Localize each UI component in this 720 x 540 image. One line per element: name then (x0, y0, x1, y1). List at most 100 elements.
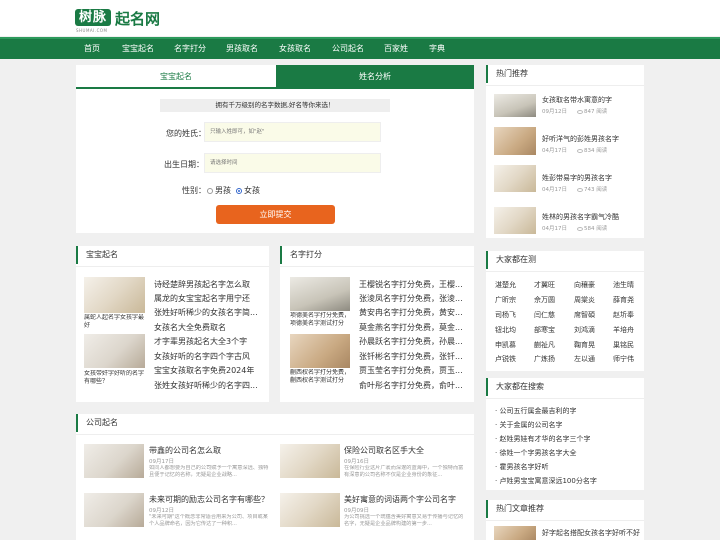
tab-name-analysis[interactable]: 姓名分析 (276, 65, 474, 89)
list-item[interactable]: 才字辈男孩起名大全3个字 (154, 336, 264, 347)
tested-name[interactable]: 卢锐铁 (495, 354, 516, 364)
article-title[interactable]: 美好寓意的词语两个字公司名字 (344, 494, 469, 505)
tested-name[interactable]: 薛育尧 (613, 295, 634, 305)
tested-name[interactable]: 蒯祉凡 (534, 340, 555, 350)
tested-name[interactable]: 周棠炎 (574, 295, 595, 305)
radio-female[interactable] (236, 187, 242, 194)
search-item[interactable]: · 卢姓男宝宝寓意深远100分名字 (495, 476, 640, 486)
thumbnail-caption[interactable]: 属蛇人起名字女孩字最好 (84, 314, 146, 330)
search-item[interactable]: · 关于金属的公司名字 (495, 420, 640, 430)
list-item[interactable]: 张钎彬名字打分免费，张钎... (359, 351, 467, 362)
thumbnail-caption[interactable]: 项德美名字打分免费，项德美名字测试打分 (290, 312, 352, 328)
list-item[interactable]: 属龙的女宝宝起名字用宁还 (154, 293, 264, 304)
article-title[interactable]: 未来可期的励志公司名字有哪些？ (149, 494, 271, 505)
article-thumbnail[interactable] (290, 277, 350, 311)
hot-article-date: 04月17日 (542, 187, 567, 193)
nav-home[interactable]: 首页 (84, 39, 100, 59)
hot-article-title[interactable]: 姓彭带易字的男孩名字 (542, 173, 642, 183)
nav-dictionary[interactable]: 字典 (429, 39, 445, 59)
article-thumbnail[interactable] (494, 526, 536, 540)
tested-name[interactable]: 广炼扬 (534, 354, 555, 364)
list-item[interactable]: 女孩名大全免费取名 (154, 322, 264, 333)
tested-name[interactable]: 向穰豪 (574, 280, 595, 290)
tested-name[interactable]: 池生晴 (613, 280, 634, 290)
section-title: 热门推荐 (486, 65, 528, 83)
tested-name[interactable]: 鞠育晃 (574, 340, 595, 350)
thumbnail-caption[interactable]: 蒯西权名字打分免费，蒯西权名字测试打分 (290, 369, 352, 385)
article-thumbnail[interactable] (494, 207, 536, 234)
tested-name[interactable]: 钮北均 (495, 325, 516, 335)
site-header: 树脉 SHUMAI.COM 起名网 (0, 0, 720, 36)
radio-male[interactable] (207, 187, 213, 194)
tested-name[interactable]: 司杨飞 (495, 310, 516, 320)
nav-baby-naming[interactable]: 宝宝起名 (122, 39, 154, 59)
gender-female-option[interactable]: 女孩 (236, 185, 260, 196)
list-item[interactable]: 张姓女孩好听稀少的名字四... (154, 380, 264, 391)
article-thumbnail[interactable] (280, 493, 340, 527)
search-item[interactable]: · 徐姓一个字男孩名字大全 (495, 448, 640, 458)
article-title[interactable]: 好字起名搭配女孩名字好听不好 (542, 528, 642, 538)
nav-name-score[interactable]: 名字打分 (174, 39, 206, 59)
search-item[interactable]: · 公司五行属金最吉利的字 (495, 406, 640, 416)
hot-article-title[interactable]: 女孩取名带水寓意的字 (542, 95, 642, 105)
tested-name[interactable]: 羊培舟 (613, 325, 634, 335)
submit-button[interactable]: 立即提交 (216, 205, 335, 224)
hot-article-title[interactable]: 姓林的男孩名字霸气冷酷 (542, 212, 642, 222)
section-title[interactable]: 宝宝起名 (76, 246, 118, 264)
article-title[interactable]: 保险公司取名区手大全 (344, 445, 469, 456)
tested-name[interactable]: 才翼旺 (534, 280, 555, 290)
search-item[interactable]: · 霍男孩名字好听 (495, 462, 640, 472)
gender-male-option[interactable]: 男孩 (207, 185, 231, 196)
search-item[interactable]: · 赵姓男娃有才华的名字三个字 (495, 434, 640, 444)
tested-name[interactable]: 师宁伟 (613, 354, 634, 364)
tested-name[interactable]: 闫仁慈 (534, 310, 555, 320)
nav-boy-names[interactable]: 男孩取名 (226, 39, 258, 59)
tested-name[interactable]: 佘万圆 (534, 295, 555, 305)
article-summary: "未来可期"这个概念非常适合用来为公司、项目或某个人品牌命名，因为它传达了一种积… (149, 514, 268, 527)
nav-surnames[interactable]: 百家姓 (384, 39, 408, 59)
tested-name[interactable]: 广昕宗 (495, 295, 516, 305)
article-thumbnail[interactable] (84, 444, 144, 478)
surname-input[interactable]: 只输入姓即可，如"赵" (204, 122, 381, 142)
list-item[interactable]: 莫金燕名字打分免费，莫金... (359, 322, 467, 333)
hot-articles-panel: 热门文章推荐 好字起名搭配女孩名字好听不好 (486, 500, 644, 540)
gender-female-text: 女孩 (244, 186, 260, 195)
article-thumbnail[interactable] (84, 493, 144, 527)
list-item[interactable]: 贾玉莹名字打分免费，贾玉... (359, 365, 467, 376)
tested-name[interactable]: 部寒宝 (534, 325, 555, 335)
section-title[interactable]: 名字打分 (280, 246, 322, 264)
hot-article-views: 584 阅读 (577, 224, 607, 232)
tab-baby-naming[interactable]: 宝宝起名 (76, 65, 276, 89)
tested-name[interactable]: 赵圻奉 (613, 310, 634, 320)
list-item[interactable]: 女孩好听的名字四个字古风 (154, 351, 264, 362)
tested-name[interactable]: 席智碩 (574, 310, 595, 320)
list-item[interactable]: 张姓好听稀少的女孩名字简... (154, 307, 264, 318)
nav-company-naming[interactable]: 公司起名 (332, 39, 364, 59)
article-thumbnail[interactable] (84, 277, 145, 313)
tested-name[interactable]: 左以通 (574, 354, 595, 364)
article-thumbnail[interactable] (494, 165, 536, 192)
tested-name[interactable]: 刘鸿滴 (574, 325, 595, 335)
list-item[interactable]: 张淩凤名字打分免费，张淩... (359, 293, 467, 304)
tested-name[interactable]: 申凯慕 (495, 340, 516, 350)
list-item[interactable]: 孙晨跃名字打分免费，孙晨... (359, 336, 467, 347)
list-item[interactable]: 黄安冉名字打分免费，黄安... (359, 307, 467, 318)
tested-name[interactable]: 湛楚允 (495, 280, 516, 290)
section-title[interactable]: 公司起名 (76, 414, 118, 432)
thumbnail-caption[interactable]: 女孩带奸字好听的名字有哪些？ (84, 370, 146, 386)
article-thumbnail[interactable] (494, 127, 536, 155)
list-item[interactable]: 宝宝女孩取名字免费2024年 (154, 365, 264, 376)
article-thumbnail[interactable] (280, 444, 340, 478)
site-logo[interactable]: 树脉 SHUMAI.COM 起名网 (75, 6, 160, 33)
list-item[interactable]: 王樱锐名字打分免费，王樱... (359, 279, 467, 290)
list-item[interactable]: 诗经楚辞男孩起名字怎么取 (154, 279, 264, 290)
tested-name[interactable]: 巢铭民 (613, 340, 634, 350)
list-item[interactable]: 俞叶彤名字打分免费，俞叶... (359, 380, 467, 391)
hot-article-title[interactable]: 好听洋气的彭姓男孩名字 (542, 134, 642, 144)
article-thumbnail[interactable] (84, 334, 145, 368)
birth-date-input[interactable]: 请选择时间 (204, 153, 381, 173)
article-thumbnail[interactable] (494, 94, 536, 117)
article-thumbnail[interactable] (290, 334, 350, 368)
nav-girl-names[interactable]: 女孩取名 (279, 39, 311, 59)
article-title[interactable]: 带鑫的公司名怎么取 (149, 445, 269, 456)
